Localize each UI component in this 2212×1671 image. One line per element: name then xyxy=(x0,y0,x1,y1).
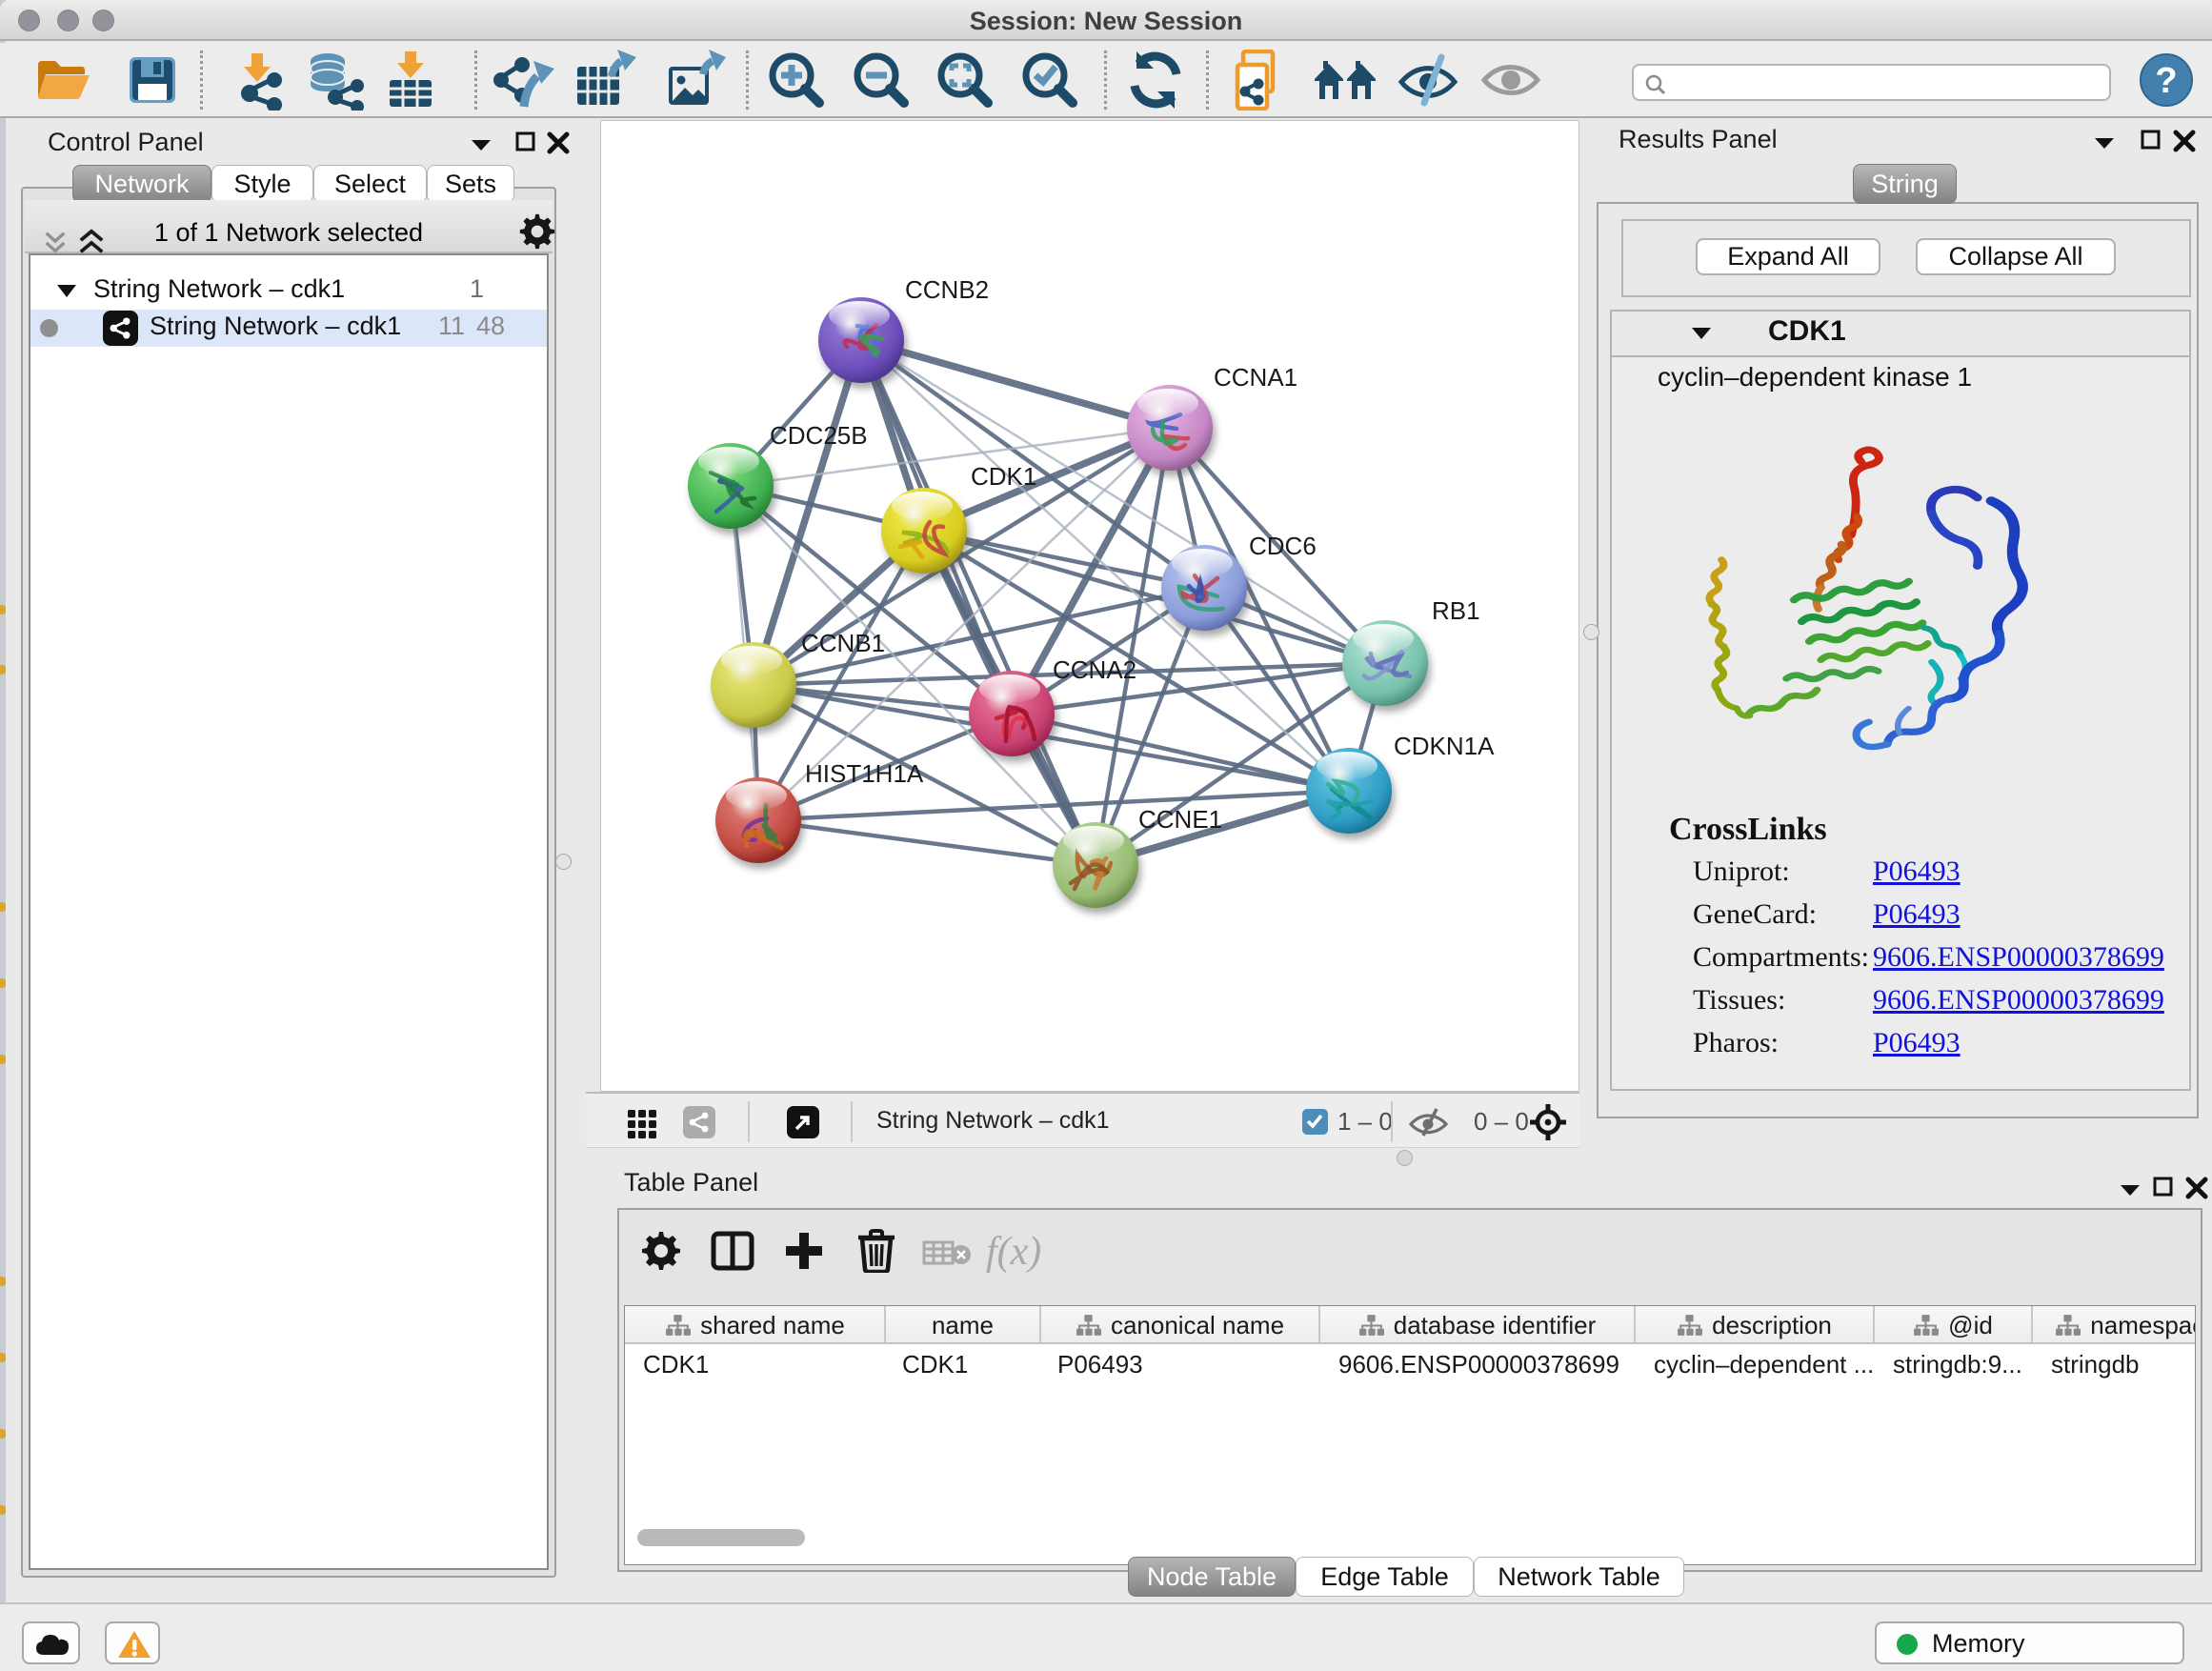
svg-text:CCNB1: CCNB1 xyxy=(801,629,885,657)
svg-text:CDC6: CDC6 xyxy=(1249,532,1317,560)
svg-text:CCNE1: CCNE1 xyxy=(1138,805,1222,834)
svg-text:CCNA1: CCNA1 xyxy=(1214,363,1297,392)
svg-text:CCNB2: CCNB2 xyxy=(905,275,989,304)
svg-text:CDKN1A: CDKN1A xyxy=(1394,732,1495,760)
svg-text:CCNA2: CCNA2 xyxy=(1053,655,1136,684)
svg-text:CDC25B: CDC25B xyxy=(770,421,868,450)
svg-text:HIST1H1A: HIST1H1A xyxy=(805,759,924,788)
svg-text:RB1: RB1 xyxy=(1432,596,1480,625)
svg-text:CDK1: CDK1 xyxy=(971,462,1036,491)
svg-text:?: ? xyxy=(2155,61,2177,101)
